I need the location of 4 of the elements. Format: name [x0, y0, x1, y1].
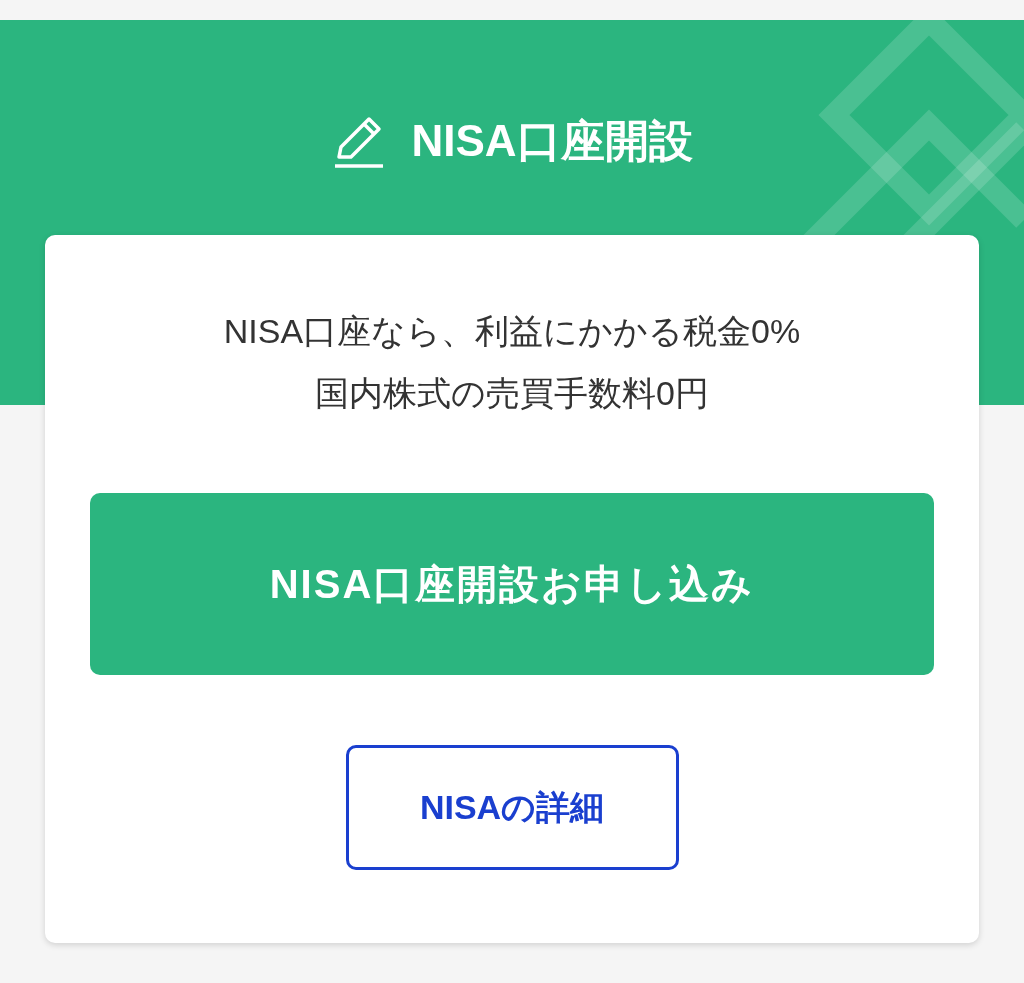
page-title: NISA口座開設 [411, 115, 693, 167]
feature-text: NISA口座なら、利益にかかる税金0% [223, 311, 801, 352]
details-button[interactable]: NISAの詳細 [345, 745, 679, 870]
feature-text: 国内株式の売買手数料0円 [315, 373, 709, 414]
